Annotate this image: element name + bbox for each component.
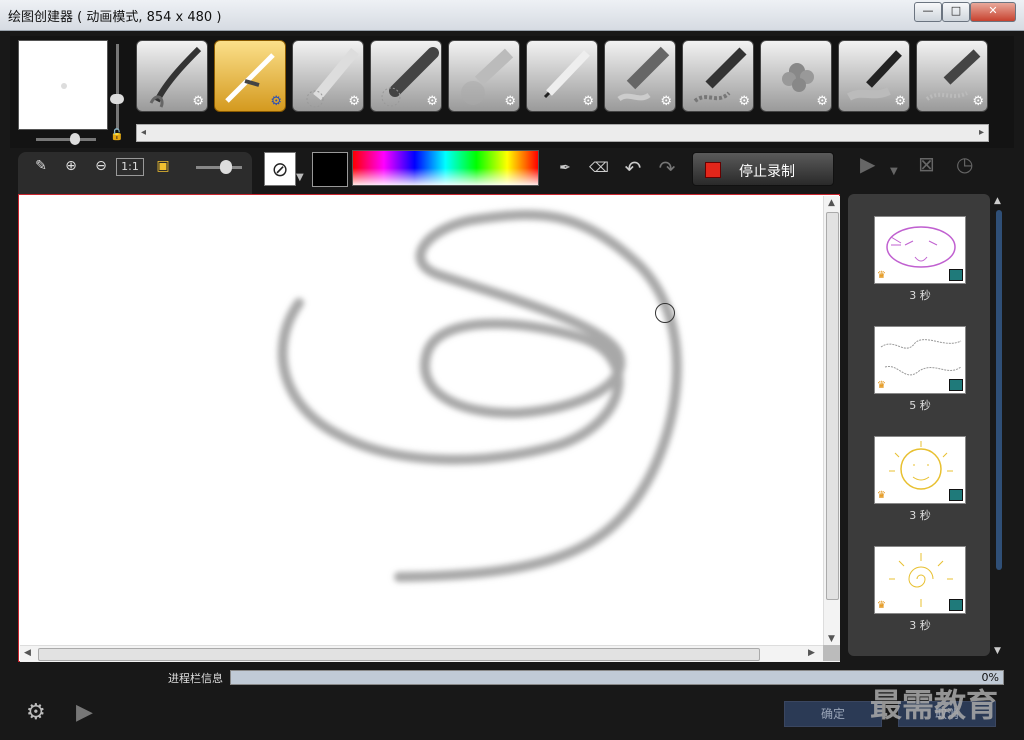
stop-recording-button[interactable]: 停止录制 (692, 152, 834, 186)
brush-scrollbar[interactable]: ◂ ▸ (136, 124, 989, 142)
dropdown-arrow-icon[interactable]: ▼ (296, 172, 304, 183)
slider-knob[interactable] (220, 160, 232, 174)
brush-paintbrush[interactable]: ⚙ (136, 40, 208, 112)
minimize-button[interactable]: — (914, 2, 942, 22)
brush-stamp[interactable]: ⚙ (760, 40, 832, 112)
brush-oil[interactable]: ⚙ (682, 40, 754, 112)
gear-icon[interactable]: ⚙ (270, 94, 282, 109)
brush-dot-preview (61, 83, 67, 89)
scroll-left-icon[interactable]: ◀ (24, 648, 31, 658)
gear-icon[interactable]: ⚙ (816, 94, 828, 109)
frame-duration: 5 秒 (909, 399, 931, 412)
video-camera-icon[interactable]: ▶ (76, 700, 93, 725)
scroll-right-icon[interactable]: ▶ (808, 648, 815, 658)
redo-icon[interactable]: ↷ (654, 156, 680, 180)
zoom-slider[interactable] (196, 160, 242, 174)
film-icon (949, 599, 963, 611)
scroll-corner (823, 645, 840, 661)
frame-duration: 3 秒 (909, 619, 931, 632)
scroll-thumb[interactable] (996, 210, 1002, 570)
scroll-up-icon[interactable]: ▲ (828, 198, 835, 208)
slider-knob[interactable] (110, 94, 124, 104)
gear-icon[interactable]: ⚙ (738, 94, 750, 109)
brush-pencil[interactable]: ⚙ (526, 40, 598, 112)
crown-icon: ♛ (877, 600, 886, 611)
film-icon (949, 269, 963, 281)
gear-icon[interactable]: ⚙ (894, 94, 906, 109)
eraser-tool-icon[interactable]: ⌫ (586, 156, 612, 180)
brush-chalk[interactable]: ⚙ (448, 40, 520, 112)
film-icon (949, 489, 963, 501)
maximize-button[interactable]: □ (942, 2, 970, 22)
timeline-frame[interactable]: ♛ (874, 436, 966, 504)
color-spectrum[interactable] (352, 150, 539, 186)
background-image-icon[interactable]: ▣ (150, 154, 176, 178)
gear-icon[interactable]: ⚙ (426, 94, 438, 109)
watermark: 最需教育 (870, 686, 999, 724)
brush-preview (18, 40, 108, 130)
close-button[interactable]: ✕ (970, 2, 1016, 22)
frame-duration: 3 秒 (909, 509, 931, 522)
canvas-vertical-scrollbar[interactable]: ▲ ▼ (823, 196, 840, 646)
drawing-stroke (277, 209, 682, 582)
gear-icon[interactable]: ⚙ (348, 94, 360, 109)
scroll-right-icon[interactable]: ▸ (979, 127, 984, 138)
timeline-frame[interactable]: ♛ (874, 216, 966, 284)
timer-icon[interactable]: ◷ (956, 152, 973, 176)
crown-icon: ♛ (877, 380, 886, 391)
scroll-up-icon[interactable]: ▲ (994, 196, 1001, 206)
scroll-left-icon[interactable]: ◂ (141, 127, 146, 138)
scroll-thumb[interactable] (38, 648, 760, 661)
current-color-swatch[interactable] (312, 152, 348, 187)
title-bar: 绘图创建器 ( 动画模式, 854 x 480 ) — □ ✕ (0, 0, 1024, 31)
gear-icon[interactable]: ⚙ (504, 94, 516, 109)
gear-icon[interactable]: ⚙ (660, 94, 672, 109)
progress-label: 进程栏信息 (168, 672, 223, 685)
brush-eraser[interactable]: ⚙ (916, 40, 988, 112)
record-stop-icon (705, 162, 721, 178)
brush-watercolor[interactable]: ⚙ (838, 40, 910, 112)
brush-charcoal[interactable]: ⚙ (370, 40, 442, 112)
scroll-down-icon[interactable]: ▼ (994, 646, 1001, 656)
main-window: 绘图创建器 ( 动画模式, 854 x 480 ) — □ ✕ 🔓 ⚙ ⚙ ⚙ … (0, 0, 1024, 740)
actual-size-button[interactable]: 1:1 (116, 158, 144, 176)
brush-crayon[interactable]: ⚙ (292, 40, 364, 112)
brush-marker[interactable]: ⚙ (604, 40, 676, 112)
gear-icon[interactable]: ⚙ (972, 94, 984, 109)
lock-icon[interactable]: 🔓 (110, 128, 124, 141)
edit-canvas-icon[interactable]: ✎ (28, 154, 54, 178)
settings-icon[interactable]: ⚙ (26, 700, 46, 725)
timeline-frame[interactable]: ♛ (874, 326, 966, 394)
eyedropper-icon[interactable]: ✒ (552, 156, 578, 180)
undo-icon[interactable]: ↶ (620, 156, 646, 180)
scroll-down-icon[interactable]: ▼ (828, 634, 835, 644)
timeline-scrollbar[interactable]: ▲ ▼ (994, 196, 1004, 656)
gear-icon[interactable]: ⚙ (582, 94, 594, 109)
brush-airbrush[interactable]: ⚙ (214, 40, 286, 112)
zoom-out-icon[interactable]: ⊖ (88, 154, 114, 178)
slider-knob[interactable] (70, 133, 80, 145)
gear-icon[interactable]: ⚙ (192, 94, 204, 109)
play-preview-icon[interactable]: ▶ (860, 152, 875, 176)
brush-cursor (655, 303, 675, 323)
zoom-in-icon[interactable]: ⊕ (58, 154, 84, 178)
film-icon (949, 379, 963, 391)
timeline-frame[interactable]: ♛ (874, 546, 966, 614)
brush-size-slider[interactable] (110, 44, 124, 130)
brush-opacity-slider[interactable] (36, 133, 96, 145)
stop-recording-label: 停止录制 (739, 164, 795, 180)
dropdown-arrow-icon[interactable]: ▼ (890, 166, 898, 177)
scroll-thumb[interactable] (826, 212, 839, 600)
ok-button[interactable]: 确定 (784, 701, 882, 727)
crown-icon: ♛ (877, 270, 886, 281)
canvas-horizontal-scrollbar[interactable]: ◀ ▶ (20, 645, 840, 662)
delete-frame-icon[interactable]: ⊠ (918, 152, 935, 176)
crown-icon: ♛ (877, 490, 886, 501)
frame-duration: 3 秒 (909, 289, 931, 302)
drawing-canvas[interactable] (18, 194, 840, 662)
no-color-button[interactable]: ⊘ (264, 152, 296, 186)
window-title: 绘图创建器 ( 动画模式, 854 x 480 ) (8, 10, 222, 25)
